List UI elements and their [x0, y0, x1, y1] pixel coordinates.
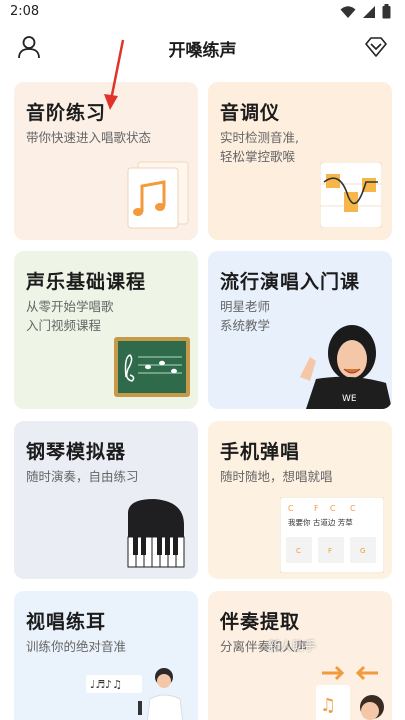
- card-title: 音调仪: [220, 102, 281, 124]
- svg-text:C: C: [350, 504, 356, 513]
- extract-illustration: ♫: [316, 665, 384, 720]
- piano-icon: [127, 499, 185, 568]
- card-subtitle: 随时随地，想唱就唱: [220, 469, 333, 484]
- card-subtitle: 带你快速进入唱歌状态: [26, 130, 152, 145]
- status-time: 2:08: [10, 4, 40, 19]
- teacher-photo: WE: [300, 325, 392, 409]
- blackboard-icon: [114, 337, 190, 397]
- card-title: 伴奏提取: [220, 611, 301, 633]
- card-subtitle: 实时检测音准, 轻松掌控歌喉: [220, 130, 299, 164]
- status-bar: 2:08: [0, 0, 405, 24]
- battery-icon: [382, 4, 391, 19]
- card-title: 声乐基础课程: [26, 271, 147, 293]
- svg-text:C: C: [330, 504, 336, 513]
- svg-text:C: C: [296, 547, 301, 555]
- card-title: 手机弹唱: [220, 441, 301, 463]
- watermark: 新人助手: [268, 639, 317, 653]
- card-title: 音阶练习: [26, 102, 107, 124]
- svg-text:F: F: [328, 547, 332, 555]
- card-phone-playalong[interactable]: 手机弹唱 随时随地，想唱就唱 C F C C 我要你 古道边 芳草 C F G: [208, 421, 392, 579]
- card-title: 视唱练耳: [26, 611, 107, 633]
- svg-text:C: C: [288, 504, 294, 513]
- page-title: 开嗓练声: [168, 41, 237, 61]
- svg-text:WE: WE: [342, 394, 357, 404]
- status-icons: [340, 4, 391, 19]
- wifi-icon: [340, 5, 356, 18]
- svg-text:♫: ♫: [320, 695, 336, 716]
- signal-icon: [363, 5, 375, 18]
- chord-sheet-icon: C F C C 我要你 古道边 芳草 C F G: [280, 497, 384, 573]
- singer-illustration: ♩♬♪♫: [86, 668, 184, 720]
- card-subtitle: 从零开始学唱歌 入门视频课程: [26, 299, 114, 333]
- card-pop-singing[interactable]: 流行演唱入门课 明星老师 系统教学 WE: [208, 251, 392, 409]
- card-vocal-basics[interactable]: 声乐基础课程 从零开始学唱歌 入门视频课程: [14, 251, 198, 409]
- music-sheet-icon: [127, 161, 189, 229]
- annotation-arrow: [104, 39, 125, 110]
- svg-text:G: G: [360, 547, 365, 555]
- svg-text:♩♬♪♫: ♩♬♪♫: [90, 678, 122, 691]
- card-ear-training[interactable]: 视唱练耳 训练你的绝对音准 ♩♬♪♫: [14, 591, 198, 720]
- card-title: 钢琴模拟器: [26, 441, 127, 463]
- pitch-graph-icon: [320, 162, 382, 228]
- svg-text:F: F: [314, 504, 319, 513]
- card-subtitle: 随时演奏，自由练习: [26, 469, 139, 484]
- diamond-icon[interactable]: [363, 34, 389, 60]
- svg-text:我要你 古道边 芳草: 我要你 古道边 芳草: [288, 517, 353, 527]
- card-piano-simulator[interactable]: 钢琴模拟器 随时演奏，自由练习: [14, 421, 198, 579]
- header: 开嗓练声: [0, 24, 405, 70]
- card-accompaniment-extract[interactable]: 伴奏提取 分离伴奏和人声 ♫: [208, 591, 392, 720]
- card-title: 流行演唱入门课: [220, 271, 361, 293]
- card-subtitle: 训练你的绝对音准: [26, 639, 127, 654]
- card-pitch-detector[interactable]: 音调仪 实时检测音准, 轻松掌控歌喉: [208, 82, 392, 240]
